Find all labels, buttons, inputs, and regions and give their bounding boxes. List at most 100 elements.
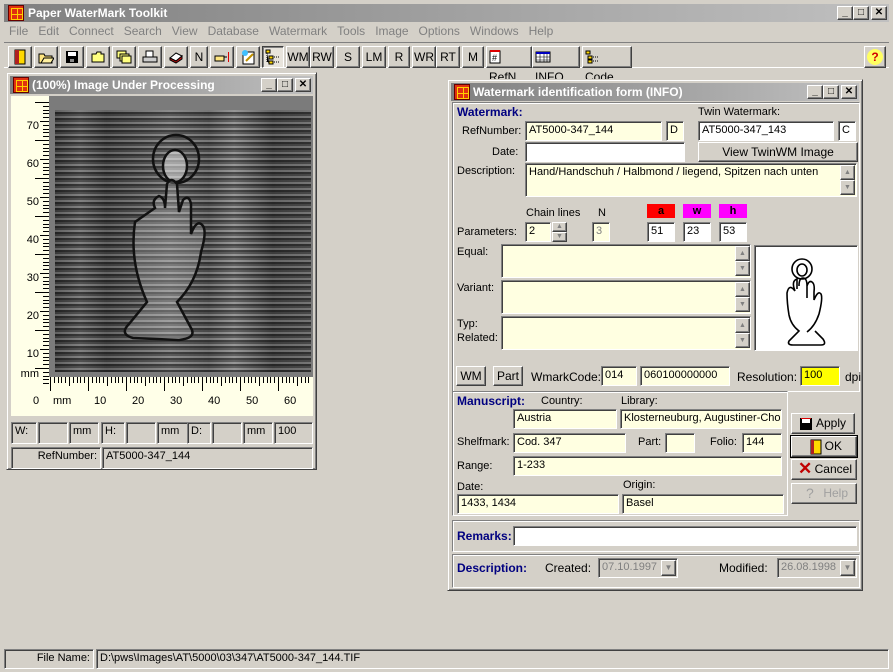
info-maximize-button[interactable]: □: [823, 85, 839, 99]
part-input[interactable]: [665, 433, 695, 453]
image-maximize-button[interactable]: □: [277, 78, 293, 92]
context-help-button[interactable]: ?: [864, 46, 886, 68]
toolbar-lm-button[interactable]: LM: [362, 46, 386, 68]
open-button[interactable]: [34, 46, 58, 68]
range-input[interactable]: 1-233: [513, 456, 782, 476]
toolbar-code-button[interactable]: Code: [582, 46, 632, 84]
pointer-button[interactable]: [210, 46, 234, 68]
cancel-button[interactable]: ✕ Cancel: [791, 459, 857, 480]
date-input[interactable]: [525, 142, 685, 162]
close-button[interactable]: ✕: [871, 6, 887, 20]
folio-label: Folio:: [710, 436, 737, 448]
equal-scrollbar[interactable]: ▲ ▼: [735, 246, 750, 276]
menu-image[interactable]: Image: [370, 22, 413, 40]
minimize-button[interactable]: _: [837, 6, 853, 20]
folder-icon: [91, 51, 105, 63]
vruler-tick: [43, 113, 49, 115]
typ-related-input[interactable]: [501, 316, 751, 350]
ms-date-input[interactable]: 1433, 1434: [457, 494, 619, 514]
menu-search[interactable]: Search: [119, 22, 167, 40]
resolution-input[interactable]: 100: [800, 366, 840, 386]
image-minimize-button[interactable]: _: [261, 78, 277, 92]
toolbar-wm-button[interactable]: WM: [286, 46, 310, 68]
refnumber-input[interactable]: AT5000-347_144: [525, 121, 662, 141]
menu-view[interactable]: View: [167, 22, 203, 40]
maximize-button[interactable]: □: [853, 6, 869, 20]
typ-scrollbar[interactable]: ▲ ▼: [735, 318, 750, 348]
wmarkcode-input-2[interactable]: 060100000000: [640, 366, 730, 386]
chain-lines-spinner[interactable]: ▲ ▼: [552, 222, 567, 242]
menu-watermark[interactable]: Watermark: [264, 22, 332, 40]
equal-input[interactable]: [501, 244, 751, 278]
library-input[interactable]: Klosterneuburg, Augustiner-Chor: [620, 409, 782, 429]
description-scrollbar[interactable]: ▲ ▼: [840, 165, 855, 195]
a-input[interactable]: 51: [647, 222, 675, 242]
folders-button[interactable]: [112, 46, 136, 68]
toolbar-refn-button[interactable]: # RefN: [486, 46, 532, 84]
h-input[interactable]: 53: [719, 222, 747, 242]
info-close-button[interactable]: ✕: [841, 85, 857, 99]
view-twin-image-button[interactable]: View TwinWM Image: [698, 142, 858, 162]
vruler-tick: [43, 303, 49, 305]
vruler-tick: [43, 166, 49, 168]
part-button[interactable]: Part: [493, 366, 523, 386]
menu-windows[interactable]: Windows: [465, 22, 524, 40]
wm-button[interactable]: WM: [456, 366, 486, 386]
description-input[interactable]: Hand/Handschuh / Halbmond / liegend, Spi…: [525, 163, 857, 197]
file-name-value: D:\pws\Images\AT\5000\03\347\AT5000-347_…: [96, 649, 889, 669]
card-file-button[interactable]: [164, 46, 188, 68]
menu-file[interactable]: File: [4, 22, 33, 40]
variant-scrollbar[interactable]: ▲ ▼: [735, 282, 750, 312]
remarks-input[interactable]: [513, 526, 857, 546]
menu-edit[interactable]: Edit: [33, 22, 64, 40]
shelfmark-input[interactable]: Cod. 347: [513, 433, 626, 453]
save-button[interactable]: [60, 46, 84, 68]
ok-button[interactable]: OK: [790, 435, 858, 458]
menu-tools[interactable]: Tools: [332, 22, 370, 40]
print-button[interactable]: [138, 46, 162, 68]
twin-watermark-input[interactable]: AT5000-347_143: [698, 121, 834, 141]
info-minimize-button[interactable]: _: [807, 85, 823, 99]
image-canvas[interactable]: [49, 96, 313, 377]
menu-options[interactable]: Options: [414, 22, 465, 40]
edit-record-button[interactable]: [236, 46, 260, 68]
watermark-tracing-preview[interactable]: [754, 245, 858, 351]
country-input[interactable]: Austria: [513, 409, 617, 429]
toolbar-info-button[interactable]: INFO: [532, 46, 580, 84]
menu-connect[interactable]: Connect: [64, 22, 119, 40]
origin-input[interactable]: Basel: [622, 494, 784, 514]
toolbar-s-button[interactable]: S: [336, 46, 360, 68]
date-label: Date:: [492, 146, 519, 158]
hruler-tick: [308, 377, 310, 383]
toolbar-r-button[interactable]: R: [388, 46, 410, 68]
toolbar-wr-button[interactable]: WR: [412, 46, 436, 68]
refnumber-suffix-input[interactable]: D: [666, 121, 684, 141]
toolbar-rt-button[interactable]: RT: [436, 46, 460, 68]
hruler-label: 60: [284, 395, 297, 407]
hruler-tick: [107, 377, 108, 386]
variant-input[interactable]: [501, 280, 751, 314]
wmarkcode-input-1[interactable]: 014: [601, 366, 637, 386]
w-input[interactable]: 23: [683, 222, 711, 242]
vruler-tick: [43, 200, 49, 202]
hruler-tick: [281, 377, 283, 383]
menu-database[interactable]: Database: [203, 22, 264, 40]
toolbar-rw-button[interactable]: RW: [310, 46, 334, 68]
folder-button[interactable]: [86, 46, 110, 68]
vruler-tick: [43, 284, 49, 286]
exit-button[interactable]: [8, 46, 32, 68]
vruler-tick: [43, 189, 49, 191]
chain-lines-input[interactable]: 2: [525, 222, 551, 242]
tree-view-button[interactable]: [262, 46, 284, 68]
toolbar-m-button[interactable]: M: [462, 46, 484, 68]
image-close-button[interactable]: ✕: [295, 78, 311, 92]
help-button[interactable]: ? Help: [791, 483, 857, 504]
apply-button[interactable]: Apply: [791, 413, 855, 434]
watermark-photo[interactable]: [55, 110, 311, 372]
menu-help[interactable]: Help: [524, 22, 559, 40]
folio-input[interactable]: 144: [742, 433, 782, 453]
created-label: Created:: [545, 561, 592, 575]
twin-suffix-input[interactable]: C: [838, 121, 856, 141]
hruler-tick: [129, 377, 131, 383]
toolbar-n-button[interactable]: N: [190, 46, 208, 68]
